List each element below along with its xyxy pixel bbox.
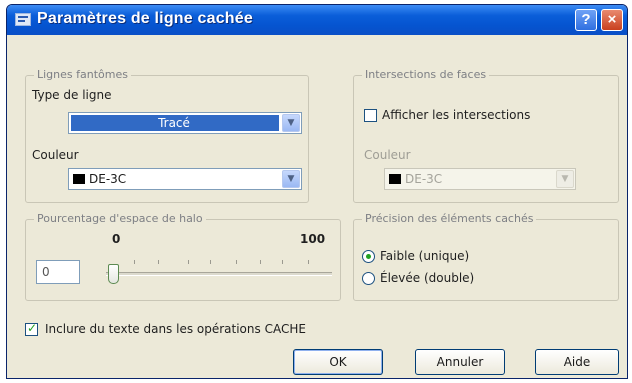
- intersection-color-dropdown: DE-3C ▼: [384, 168, 576, 190]
- color-swatch-icon: [73, 174, 85, 184]
- help-icon[interactable]: ?: [575, 9, 597, 31]
- help-button[interactable]: Aide: [535, 349, 619, 375]
- obscured-lines-group: Lignes fantômes Type de ligne Tracé ▼ Co…: [25, 68, 309, 203]
- ok-button[interactable]: OK: [293, 349, 383, 375]
- precision-high-radio[interactable]: [362, 272, 375, 285]
- linetype-label: Type de ligne: [32, 88, 112, 102]
- halo-min-label: 0: [112, 232, 121, 246]
- halo-gap-group: Pourcentage d'espace de halo 0 100 0: [25, 212, 341, 301]
- halo-gap-slider-track[interactable]: [106, 272, 332, 276]
- linetype-value: Tracé: [158, 116, 190, 130]
- halo-gap-legend: Pourcentage d'espace de halo: [34, 212, 206, 225]
- face-intersections-legend: Intersections de faces: [362, 68, 490, 81]
- obscured-color-value: DE-3C: [89, 172, 127, 186]
- show-intersections-label[interactable]: Afficher les intersections: [382, 108, 530, 122]
- precision-low-radio[interactable]: [362, 250, 375, 263]
- hidden-precision-group: Précision des éléments cachés Faible (un…: [353, 212, 619, 301]
- chevron-down-icon[interactable]: ▼: [282, 170, 300, 188]
- halo-gap-input[interactable]: 0: [36, 260, 80, 284]
- dialog-window: Paramètres de ligne cachée ? × Lignes fa…: [6, 4, 628, 379]
- intersection-color-label: Couleur: [364, 148, 411, 162]
- halo-max-label: 100: [300, 232, 326, 246]
- cancel-button[interactable]: Annuler: [415, 349, 505, 375]
- precision-high-label[interactable]: Élevée (double): [380, 271, 474, 285]
- obscured-color-dropdown[interactable]: DE-3C ▼: [68, 168, 302, 190]
- include-text-checkbox[interactable]: [25, 321, 38, 336]
- linetype-dropdown[interactable]: Tracé ▼: [68, 112, 302, 134]
- dialog-app-icon: [15, 13, 31, 26]
- precision-low-label[interactable]: Faible (unique): [380, 249, 469, 263]
- color-swatch-icon: [389, 174, 401, 184]
- show-intersections-checkbox[interactable]: [364, 109, 377, 122]
- chevron-down-icon: ▼: [556, 170, 574, 188]
- hidden-precision-legend: Précision des éléments cachés: [362, 212, 537, 225]
- obscured-color-label: Couleur: [32, 148, 79, 162]
- obscured-lines-legend: Lignes fantômes: [34, 68, 131, 81]
- halo-gap-slider-thumb[interactable]: [108, 264, 119, 284]
- title-bar[interactable]: Paramètres de ligne cachée ? ×: [7, 5, 627, 35]
- include-text-label[interactable]: Inclure du texte dans les opérations CAC…: [45, 322, 306, 336]
- face-intersections-group: Intersections de faces Afficher les inte…: [353, 68, 619, 203]
- intersection-color-value: DE-3C: [405, 172, 443, 186]
- chevron-down-icon[interactable]: ▼: [282, 114, 300, 132]
- dialog-title: Paramètres de ligne cachée: [37, 10, 253, 27]
- close-icon[interactable]: ×: [601, 9, 623, 31]
